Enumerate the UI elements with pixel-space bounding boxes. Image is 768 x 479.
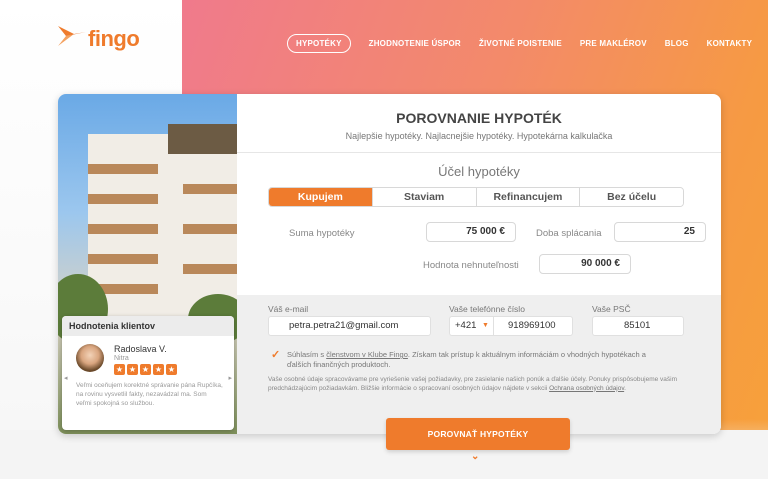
prev-review-arrow-icon[interactable]: ◂	[64, 374, 68, 382]
main-nav: HYPOTÉKY ZHODNOTENIE ÚSPOR ŽIVOTNÉ POIST…	[287, 34, 752, 53]
zip-field[interactable]: 85101	[592, 316, 684, 336]
review-text: Veľmi oceňujem korektné správanie pána R…	[76, 382, 223, 407]
star-icon: ★	[140, 364, 151, 375]
zip-label: Vaše PSČ	[592, 304, 631, 314]
club-fingo-link[interactable]: členstvom v Klube Fingo	[326, 350, 408, 359]
bird-logo-icon	[58, 24, 86, 53]
property-value-input[interactable]: 90 000 €	[539, 254, 631, 274]
loan-amount-input[interactable]: 75 000 €	[426, 222, 516, 242]
term-input[interactable]: 25	[614, 222, 706, 242]
purpose-label: Účel hypotéky	[438, 164, 520, 179]
star-icon: ★	[127, 364, 138, 375]
reviewer-city: Nitra	[114, 355, 129, 362]
phone-field[interactable]: +421 ▼ 918969100	[449, 316, 573, 336]
phone-number[interactable]: 918969100	[508, 317, 556, 335]
form-title: POROVNANIE HYPOTÉK	[396, 110, 562, 126]
chevron-down-icon[interactable]: ⌄	[471, 451, 479, 462]
loan-amount-label: Suma hypotéky	[289, 228, 355, 239]
star-icon: ★	[166, 364, 177, 375]
star-icon: ★	[114, 364, 125, 375]
tab-kupujem[interactable]: Kupujem	[269, 188, 373, 206]
email-label: Váš e-mail	[268, 304, 309, 314]
review-heading: Hodnotenia klientov	[62, 316, 234, 336]
privacy-text: Vaše osobné údaje spracovávame pre vyrie…	[268, 376, 678, 392]
building-photo: Hodnotenia klientov ◂ ▸ Radoslava V. Nit…	[58, 94, 237, 434]
term-label: Doba splácania	[536, 228, 602, 239]
form-subtitle: Najlepšie hypotéky. Najlacnejšie hypoték…	[345, 131, 613, 141]
consent-checkbox[interactable]: ✓	[271, 350, 281, 361]
compare-mortgages-button[interactable]: POROVNAŤ HYPOTÉKY	[386, 418, 570, 450]
tab-bez-ucelu[interactable]: Bez účelu	[580, 188, 683, 206]
phone-prefix[interactable]: +421	[455, 317, 476, 335]
nav-zhodnotenie-uspor[interactable]: ZHODNOTENIE ÚSPOR	[369, 39, 461, 48]
client-review-card: Hodnotenia klientov ◂ ▸ Radoslava V. Nit…	[62, 316, 234, 430]
star-icon: ★	[153, 364, 164, 375]
property-value-label: Hodnota nehnuteľnosti	[423, 260, 519, 271]
page-footer-area	[0, 430, 768, 479]
tab-staviam[interactable]: Staviam	[372, 188, 477, 206]
nav-hypoteky[interactable]: HYPOTÉKY	[287, 34, 351, 53]
nav-blog[interactable]: BLOG	[665, 39, 689, 48]
mortgage-card: Hodnotenia klientov ◂ ▸ Radoslava V. Nit…	[58, 94, 721, 434]
logo-text: fingo	[88, 25, 140, 51]
rating-stars: ★ ★ ★ ★ ★	[114, 364, 177, 375]
email-field[interactable]: petra.petra21@gmail.com	[268, 316, 431, 336]
next-review-arrow-icon[interactable]: ▸	[228, 374, 232, 382]
nav-kontakty[interactable]: KONTAKTY	[707, 39, 752, 48]
privacy-link[interactable]: Ochrana osobných údajov	[549, 385, 624, 392]
comparison-form: POROVNANIE HYPOTÉK Najlepšie hypotéky. N…	[237, 94, 721, 434]
nav-pre-maklerov[interactable]: PRE MAKLÉROV	[580, 39, 647, 48]
tab-refinancujem[interactable]: Refinancujem	[476, 188, 581, 206]
fingo-logo[interactable]: fingo	[58, 24, 140, 53]
reviewer-name: Radoslava V.	[114, 344, 167, 354]
purpose-tabs: Kupujem Staviam Refinancujem Bez účelu	[268, 187, 684, 207]
nav-zivotne-poistenie[interactable]: ŽIVOTNÉ POISTENIE	[479, 39, 562, 48]
phone-label: Vaše telefónne číslo	[449, 304, 525, 314]
chevron-down-icon[interactable]: ▼	[482, 317, 489, 335]
consent-text: Súhlasím s členstvom v Klube Fingo. Získ…	[287, 350, 646, 369]
avatar	[76, 344, 104, 372]
divider	[237, 152, 721, 153]
